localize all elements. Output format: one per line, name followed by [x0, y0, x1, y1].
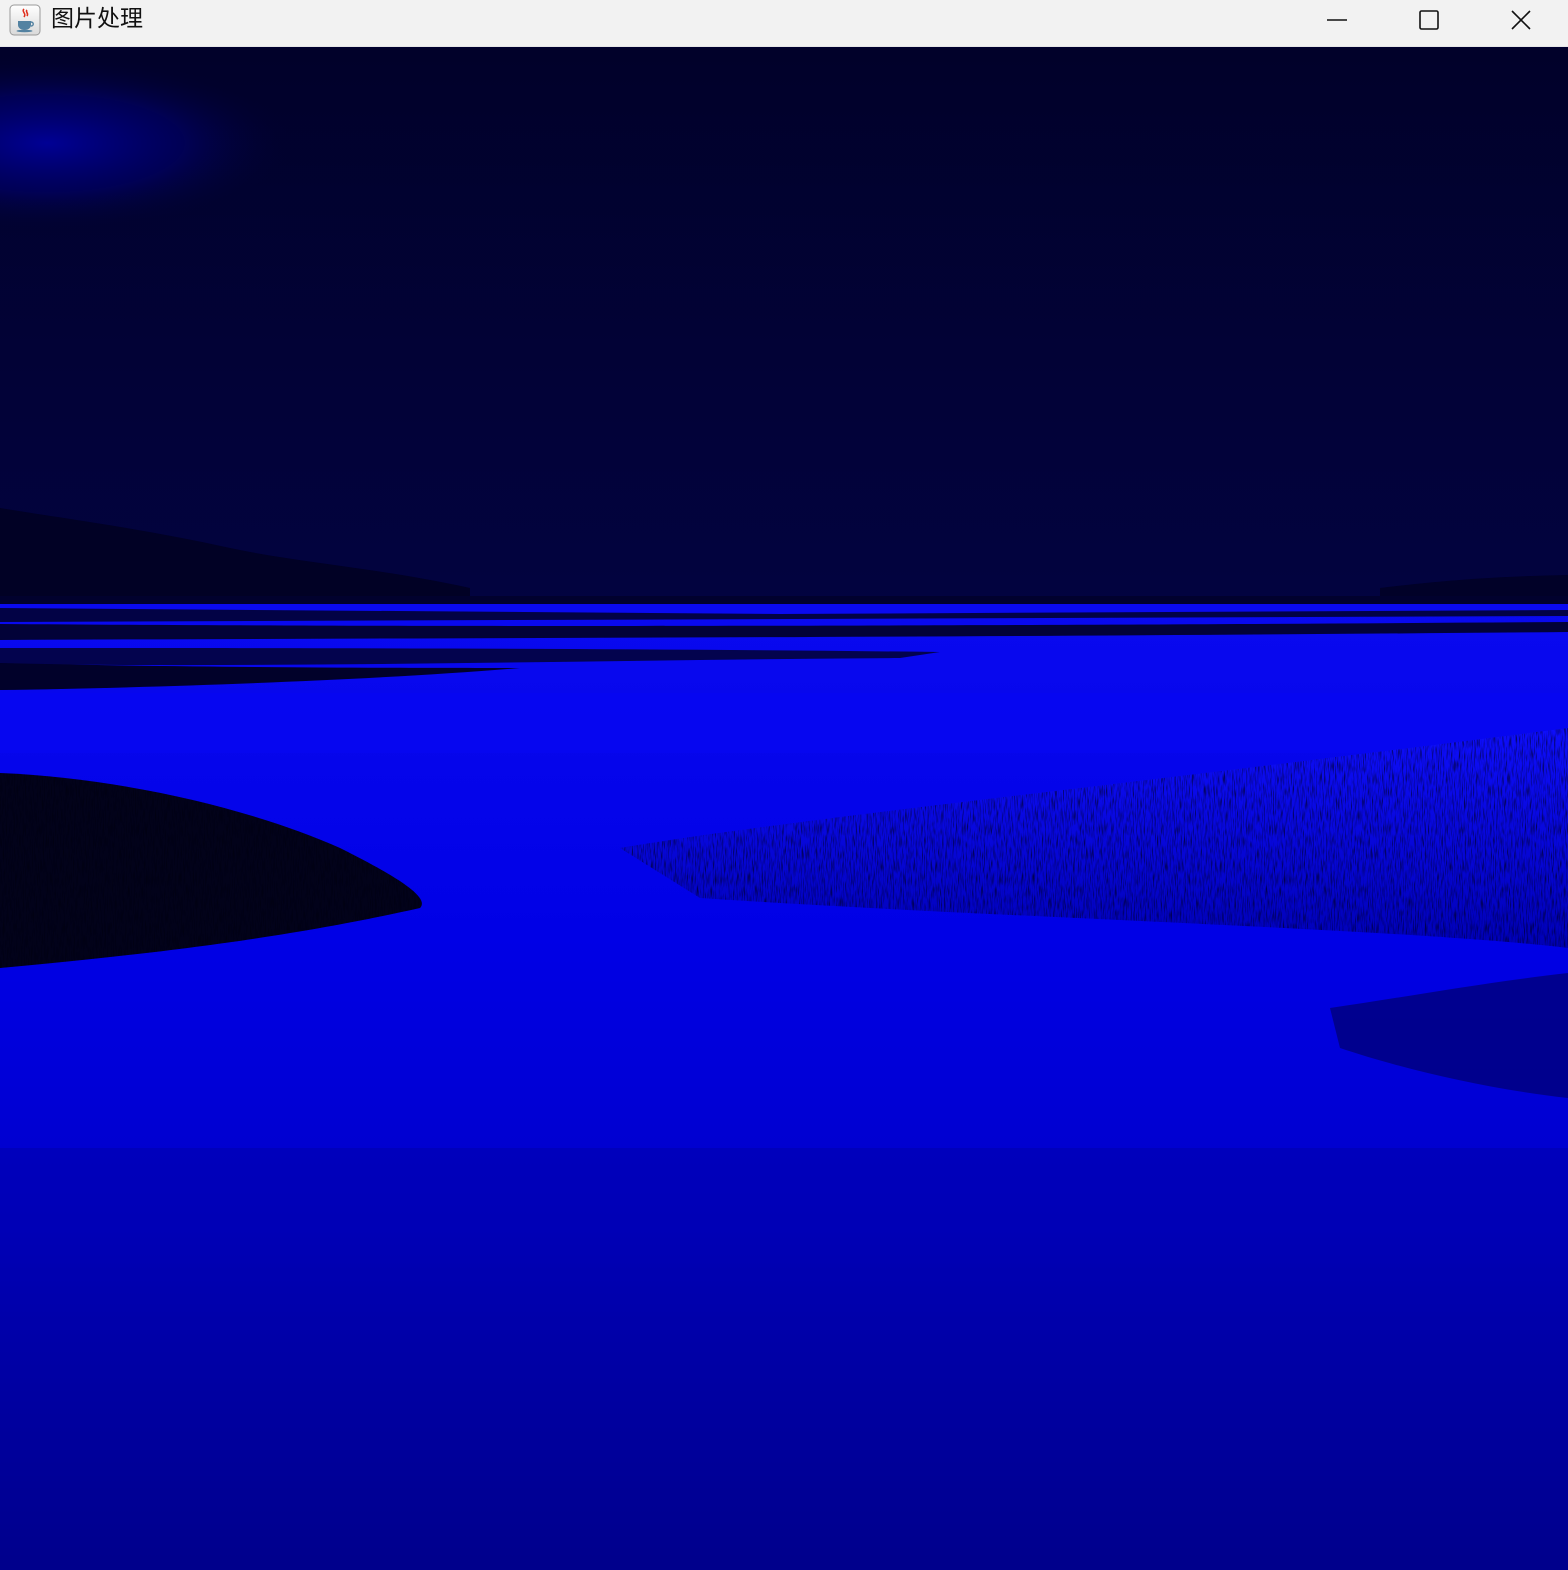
processed-landscape-image: [0, 48, 1568, 1570]
java-coffee-cup-icon: [9, 4, 41, 36]
minimize-button[interactable]: [1291, 0, 1383, 40]
app-window: 图片处理: [0, 0, 1568, 1570]
image-canvas: [0, 48, 1568, 1570]
maximize-icon: [1419, 10, 1439, 30]
maximize-button[interactable]: [1383, 0, 1475, 40]
close-icon: [1511, 10, 1531, 30]
minimize-icon: [1327, 19, 1347, 21]
close-button[interactable]: [1475, 0, 1567, 40]
title-bar[interactable]: 图片处理: [0, 0, 1568, 47]
window-title: 图片处理: [51, 6, 143, 32]
